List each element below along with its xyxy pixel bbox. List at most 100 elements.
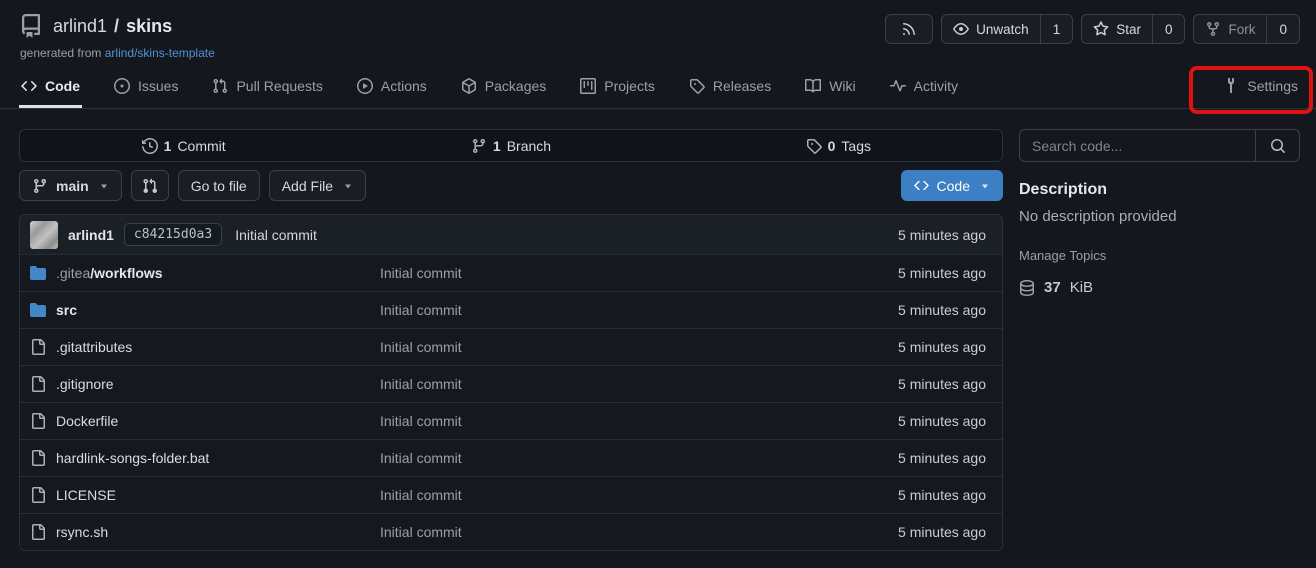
- tab-packages-label: Packages: [485, 78, 546, 94]
- search-icon: [1270, 138, 1286, 154]
- manage-topics-link[interactable]: Manage Topics: [1019, 248, 1106, 263]
- repo-nav: Code Issues Pull Requests Actions Packag…: [0, 60, 1316, 109]
- file-name-prefix: .gitea: [56, 265, 90, 281]
- branch-selector[interactable]: main: [19, 170, 122, 201]
- tab-projects[interactable]: Projects: [578, 69, 657, 108]
- branches-link[interactable]: 1 Branch: [347, 130, 674, 161]
- folder-icon: [30, 265, 46, 281]
- file-commit-message[interactable]: Initial commit: [380, 376, 898, 392]
- commit-count-label: Commit: [177, 138, 225, 154]
- code-download-button[interactable]: Code: [901, 170, 1003, 201]
- table-row[interactable]: rsync.sh Initial commit 5 minutes ago: [20, 513, 1002, 550]
- compare-button[interactable]: [131, 170, 169, 201]
- add-file-button[interactable]: Add File: [269, 170, 366, 201]
- git-compare-icon: [142, 178, 158, 194]
- repo-owner-link[interactable]: arlind1: [53, 16, 107, 37]
- database-icon: [1019, 280, 1035, 296]
- commits-link[interactable]: 1 Commit: [20, 130, 347, 161]
- repo-size-value: 37: [1044, 279, 1061, 296]
- file-commit-time: 5 minutes ago: [898, 302, 986, 318]
- tab-settings[interactable]: Settings: [1221, 69, 1300, 108]
- page-title: arlind1 / skins: [53, 16, 172, 37]
- file-commit-message[interactable]: Initial commit: [380, 413, 898, 429]
- search-input[interactable]: [1020, 130, 1255, 161]
- table-row[interactable]: Dockerfile Initial commit 5 minutes ago: [20, 402, 1002, 439]
- file-commit-message[interactable]: Initial commit: [380, 487, 898, 503]
- table-row[interactable]: .gitignore Initial commit 5 minutes ago: [20, 365, 1002, 402]
- template-repo-link[interactable]: arlind/skins-template: [105, 46, 215, 60]
- table-row[interactable]: LICENSE Initial commit 5 minutes ago: [20, 476, 1002, 513]
- commit-time: 5 minutes ago: [898, 227, 986, 243]
- caret-down-icon: [343, 181, 353, 191]
- fork-button[interactable]: Fork: [1194, 15, 1266, 43]
- rss-button[interactable]: [886, 15, 932, 43]
- commit-author-link[interactable]: arlind1: [68, 227, 114, 243]
- file-name[interactable]: Dockerfile: [56, 413, 118, 429]
- packages-icon: [461, 78, 477, 94]
- tab-actions[interactable]: Actions: [355, 69, 429, 108]
- watchers-count[interactable]: 1: [1040, 15, 1073, 43]
- file-name[interactable]: .gitattributes: [56, 339, 132, 355]
- go-to-file-button[interactable]: Go to file: [178, 170, 260, 201]
- file-commit-time: 5 minutes ago: [898, 265, 986, 281]
- file-commit-message[interactable]: Initial commit: [380, 339, 898, 355]
- table-row[interactable]: src Initial commit 5 minutes ago: [20, 291, 1002, 328]
- tab-issues[interactable]: Issues: [112, 69, 180, 108]
- tab-releases-label: Releases: [713, 78, 771, 94]
- file-name[interactable]: /workflows: [90, 265, 162, 281]
- tags-link[interactable]: 0 Tags: [675, 130, 1002, 161]
- unwatch-label: Unwatch: [976, 22, 1029, 37]
- code-icon: [914, 178, 929, 193]
- repo-icon: [19, 14, 43, 38]
- branch-count: 1: [493, 138, 501, 154]
- history-icon: [142, 138, 158, 154]
- file-name[interactable]: rsync.sh: [56, 524, 108, 540]
- file-commit-time: 5 minutes ago: [898, 413, 986, 429]
- branch-count-label: Branch: [507, 138, 551, 154]
- file-commit-time: 5 minutes ago: [898, 524, 986, 540]
- settings-tools-icon: [1223, 78, 1239, 94]
- star-label: Star: [1116, 22, 1141, 37]
- tab-actions-label: Actions: [381, 78, 427, 94]
- repo-name-link[interactable]: skins: [126, 16, 172, 37]
- tab-releases[interactable]: Releases: [687, 69, 773, 108]
- table-row[interactable]: hardlink-songs-folder.bat Initial commit…: [20, 439, 1002, 476]
- file-commit-message[interactable]: Initial commit: [380, 302, 898, 318]
- search-button[interactable]: [1255, 130, 1299, 161]
- file-commit-message[interactable]: Initial commit: [380, 450, 898, 466]
- file-name[interactable]: hardlink-songs-folder.bat: [56, 450, 209, 466]
- commit-hash-link[interactable]: c84215d0a3: [124, 223, 222, 246]
- file-name[interactable]: src: [56, 302, 77, 318]
- repo-action-buttons: Unwatch 1 Star 0 Fork 0: [885, 14, 1300, 44]
- file-commit-message[interactable]: Initial commit: [380, 524, 898, 540]
- commit-message-link[interactable]: Initial commit: [235, 227, 317, 243]
- tab-pull-requests[interactable]: Pull Requests: [210, 69, 324, 108]
- unwatch-button[interactable]: Unwatch: [942, 15, 1040, 43]
- stars-count[interactable]: 0: [1152, 15, 1185, 43]
- tab-activity[interactable]: Activity: [888, 69, 960, 108]
- add-file-label: Add File: [282, 178, 333, 194]
- tab-code[interactable]: Code: [19, 69, 82, 108]
- star-button[interactable]: Star: [1082, 15, 1152, 43]
- table-row[interactable]: .gitea/workflows Initial commit 5 minute…: [20, 254, 1002, 291]
- star-icon: [1093, 21, 1109, 37]
- repo-sidebar: Description No description provided Mana…: [1019, 129, 1300, 296]
- avatar[interactable]: [30, 221, 58, 249]
- caret-down-icon: [99, 181, 109, 191]
- projects-icon: [580, 78, 596, 94]
- commit-count: 1: [164, 138, 172, 154]
- tab-packages[interactable]: Packages: [459, 69, 548, 108]
- file-commit-message[interactable]: Initial commit: [380, 265, 898, 281]
- file-name[interactable]: .gitignore: [56, 376, 114, 392]
- file-name[interactable]: LICENSE: [56, 487, 116, 503]
- tab-activity-label: Activity: [914, 78, 958, 94]
- tab-wiki[interactable]: Wiki: [803, 69, 857, 108]
- file-icon: [30, 413, 46, 429]
- fork-icon: [1205, 21, 1221, 37]
- folder-icon: [30, 302, 46, 318]
- repo-size: 37 KiB: [1019, 279, 1300, 296]
- forks-count[interactable]: 0: [1266, 15, 1299, 43]
- table-row[interactable]: .gitattributes Initial commit 5 minutes …: [20, 328, 1002, 365]
- actions-icon: [357, 78, 373, 94]
- file-commit-time: 5 minutes ago: [898, 487, 986, 503]
